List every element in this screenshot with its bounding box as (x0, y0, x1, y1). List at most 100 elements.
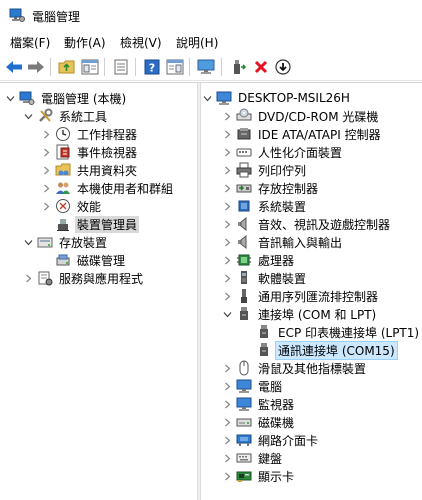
expand-chevron-icon[interactable] (221, 467, 233, 485)
expand-chevron-icon[interactable] (221, 449, 233, 467)
console-tree-node-label: 電腦管理 (本機) (41, 91, 127, 106)
device-tree-node[interactable]: DVD/CD-ROM 光碟機 (221, 107, 380, 125)
console-tree-node[interactable]: 工作排程器 (40, 125, 139, 143)
disk-drive-icon (236, 414, 252, 430)
disable-button[interactable] (273, 57, 293, 77)
device-tree-node-label: 處理器 (258, 253, 295, 268)
speaker-icon (236, 216, 252, 232)
expand-chevron-icon[interactable] (221, 395, 233, 413)
expand-chevron-icon[interactable] (221, 413, 233, 431)
expand-chevron-icon[interactable] (221, 179, 233, 197)
device-tree-node-label: 通用序列匯流排控制器 (258, 289, 379, 304)
help-button[interactable]: ? (142, 57, 162, 77)
keyboard-icon (236, 450, 252, 466)
menu-view[interactable]: 檢視(V) (120, 34, 162, 51)
device-tree-node[interactable]: 滑鼠及其他指標裝置 (221, 359, 368, 377)
software-device-icon (236, 270, 252, 286)
expand-chevron-icon[interactable] (40, 125, 52, 143)
collapse-chevron-icon[interactable] (221, 305, 233, 323)
device-tree-node[interactable]: 音效、視訊及遊戲控制器 (221, 215, 392, 233)
expand-chevron-icon[interactable] (40, 197, 52, 215)
update-driver-button[interactable] (228, 57, 248, 77)
expand-chevron-icon[interactable] (221, 125, 233, 143)
device-tree-node[interactable]: ECP 印表機連接埠 (LPT1) (241, 323, 421, 341)
red-x-icon (254, 60, 268, 74)
services-icon (37, 270, 53, 286)
device-tree-pane[interactable]: DESKTOP-MSIL26H DVD/CD-ROM 光碟機 IDE ATA/ATA… (201, 83, 422, 500)
expand-chevron-icon[interactable] (221, 377, 233, 395)
console-tree-node[interactable]: 磁碟管理 (40, 251, 127, 269)
expand-chevron-icon[interactable] (221, 233, 233, 251)
expand-chevron-icon[interactable] (221, 251, 233, 269)
menu-file[interactable]: 檔案(F) (10, 34, 50, 51)
collapse-chevron-icon[interactable] (22, 107, 34, 125)
expand-chevron-icon[interactable] (40, 179, 52, 197)
display-adapter-icon (236, 468, 252, 484)
expand-chevron-icon[interactable] (221, 359, 233, 377)
ide-icon (236, 126, 252, 142)
console-tree-node[interactable]: 裝置管理員 (40, 215, 140, 233)
up-folder-button[interactable] (57, 57, 77, 77)
expand-chevron-icon[interactable] (221, 143, 233, 161)
uninstall-button[interactable] (251, 57, 271, 77)
device-tree-node[interactable]: 列印佇列 (221, 161, 308, 179)
menu-action[interactable]: 動作(A) (64, 34, 106, 51)
device-tree-node[interactable]: 人性化介面裝置 (221, 143, 344, 161)
device-tree-node-label: 鍵盤 (258, 451, 283, 466)
scan-hardware-button[interactable] (196, 57, 216, 77)
expand-chevron-icon[interactable] (221, 269, 233, 287)
forward-button[interactable] (26, 57, 46, 77)
console-tree-node[interactable]: 事件檢視器 (40, 143, 139, 161)
device-tree-node[interactable]: 音訊輸入與輸出 (221, 233, 344, 251)
expand-chevron-icon[interactable] (221, 215, 233, 233)
expand-chevron-icon[interactable] (40, 161, 52, 179)
device-tree-node[interactable]: 系統裝置 (221, 197, 308, 215)
console-tree-node[interactable]: 存放裝置 (22, 233, 109, 251)
device-tree-node[interactable]: 電腦 (221, 377, 284, 395)
device-tree-node[interactable]: 存放控制器 (221, 179, 320, 197)
collapse-chevron-icon[interactable] (201, 89, 213, 107)
device-tree-node-label: 滑鼠及其他指標裝置 (258, 361, 367, 376)
device-tree-node[interactable]: 處理器 (221, 251, 296, 269)
expand-chevron-icon[interactable] (22, 269, 34, 287)
device-tree-node[interactable]: IDE ATA/ATAPI 控制器 (221, 125, 383, 143)
console-tree-icon (81, 59, 99, 75)
show-hide-tree-button[interactable] (80, 57, 100, 77)
console-tree-node[interactable]: 效能 (40, 197, 103, 215)
console-tree-node[interactable]: 電腦管理 (本機) (4, 89, 128, 107)
device-tree-node[interactable]: 監視器 (221, 395, 296, 413)
collapse-chevron-icon[interactable] (4, 89, 16, 107)
processor-icon (236, 252, 252, 268)
device-tree-node[interactable]: 顯示卡 (221, 467, 296, 485)
device-tree-node[interactable]: 軟體裝置 (221, 269, 308, 287)
device-tree-node[interactable]: 磁碟機 (221, 413, 296, 431)
toolbar-separator (135, 58, 136, 76)
device-tree-node-label: ECP 印表機連接埠 (LPT1) (278, 325, 420, 340)
expand-chevron-icon[interactable] (221, 197, 233, 215)
device-tree-node[interactable]: 通訊連接埠 (COM15) (241, 340, 398, 360)
monitor-icon (197, 59, 215, 74)
system-devices-icon (236, 198, 252, 214)
console-tree-node[interactable]: 系統工具 (22, 107, 109, 125)
expand-chevron-icon[interactable] (40, 143, 52, 161)
expand-chevron-icon[interactable] (221, 431, 233, 449)
console-tree-pane[interactable]: 電腦管理 (本機) 系統工具 工作排程器 事件檢視器 共用資料夾 本機使用者和群組 效能 裝置… (0, 83, 197, 500)
clock-icon (55, 126, 71, 142)
properties-list-button[interactable] (111, 57, 131, 77)
action-pane-button[interactable] (165, 57, 185, 77)
device-tree-node[interactable]: 通用序列匯流排控制器 (221, 287, 380, 305)
expand-chevron-icon[interactable] (221, 287, 233, 305)
console-tree-node[interactable]: 服務與應用程式 (22, 269, 145, 287)
console-tree-node[interactable]: 共用資料夾 (40, 161, 139, 179)
device-tree-node[interactable]: DESKTOP-MSIL26H (201, 89, 352, 107)
expand-chevron-icon[interactable] (221, 107, 233, 125)
device-tree-node[interactable]: 鍵盤 (221, 449, 284, 467)
device-tree-node[interactable]: 網路介面卡 (221, 431, 320, 449)
console-tree-node[interactable]: 本機使用者和群組 (40, 179, 175, 197)
expand-chevron-icon[interactable] (221, 161, 233, 179)
back-button[interactable] (4, 57, 24, 77)
menu-help[interactable]: 說明(H) (176, 34, 218, 51)
collapse-chevron-icon[interactable] (22, 233, 34, 251)
hid-icon (236, 144, 252, 160)
device-tree-node[interactable]: 連接埠 (COM 和 LPT) (221, 305, 378, 323)
